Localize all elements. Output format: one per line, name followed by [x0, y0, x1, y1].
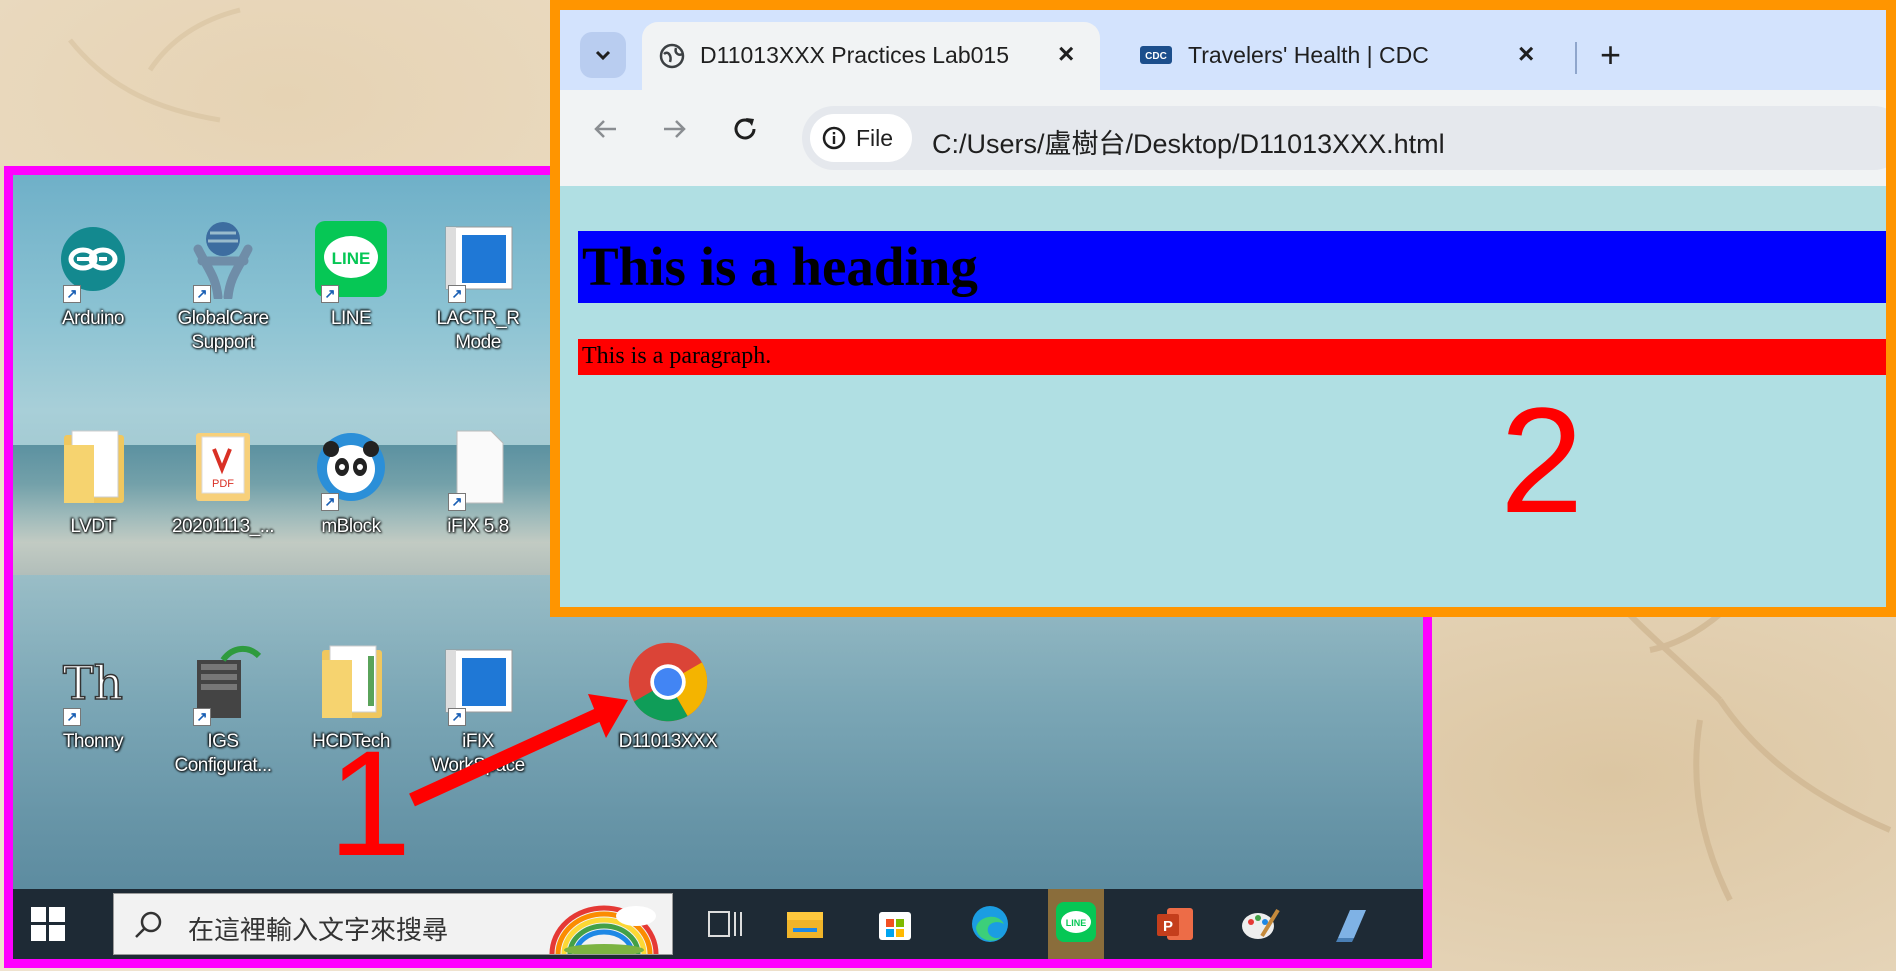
- reload-button[interactable]: [730, 114, 760, 152]
- new-tab-button[interactable]: +: [1600, 34, 1621, 76]
- close-tab-icon[interactable]: ×: [1518, 38, 1534, 70]
- tab-title: Travelers' Health | CDC: [1188, 42, 1429, 68]
- back-arrow-icon: [594, 120, 616, 138]
- step-2-label: 2: [1500, 376, 1584, 544]
- forward-button[interactable]: [660, 114, 690, 152]
- url-text: C:/Users/盧樹台/Desktop/D11013XXX.html: [932, 129, 1445, 159]
- tab-title: D11013XXX Practices Lab015: [700, 42, 1009, 68]
- chevron-down-icon: [595, 50, 611, 61]
- site-info-label: File: [856, 125, 894, 151]
- forward-arrow-icon: [664, 120, 686, 138]
- cdc-icon: CDC: [1140, 46, 1172, 64]
- close-tab-icon[interactable]: ×: [1058, 38, 1074, 70]
- back-button[interactable]: [590, 114, 620, 152]
- info-icon: [822, 126, 846, 150]
- page-heading: This is a heading: [578, 231, 1886, 303]
- browser-toolbar: File C:/Users/盧樹台/Desktop/D11013XXX.html: [560, 90, 1886, 186]
- tab-active[interactable]: D11013XXX Practices Lab015 ×: [642, 22, 1100, 90]
- tab-separator: [1575, 42, 1577, 74]
- page-paragraph: This is a paragraph.: [578, 339, 1886, 375]
- address-bar[interactable]: File C:/Users/盧樹台/Desktop/D11013XXX.html: [802, 106, 1886, 170]
- page-content: This is a heading This is a paragraph.: [560, 186, 1886, 607]
- reload-icon: [734, 118, 756, 140]
- svg-text:CDC: CDC: [1145, 51, 1167, 62]
- arrow-1: [409, 694, 628, 807]
- globe-icon: [659, 43, 685, 69]
- tab-strip: D11013XXX Practices Lab015 × CDC Travele…: [560, 10, 1886, 90]
- browser-window: D11013XXX Practices Lab015 × CDC Travele…: [550, 0, 1896, 617]
- tab-inactive[interactable]: CDC Travelers' Health | CDC ×: [1120, 22, 1560, 82]
- site-info-chip[interactable]: File: [810, 114, 912, 162]
- tab-search-dropdown[interactable]: [580, 32, 626, 78]
